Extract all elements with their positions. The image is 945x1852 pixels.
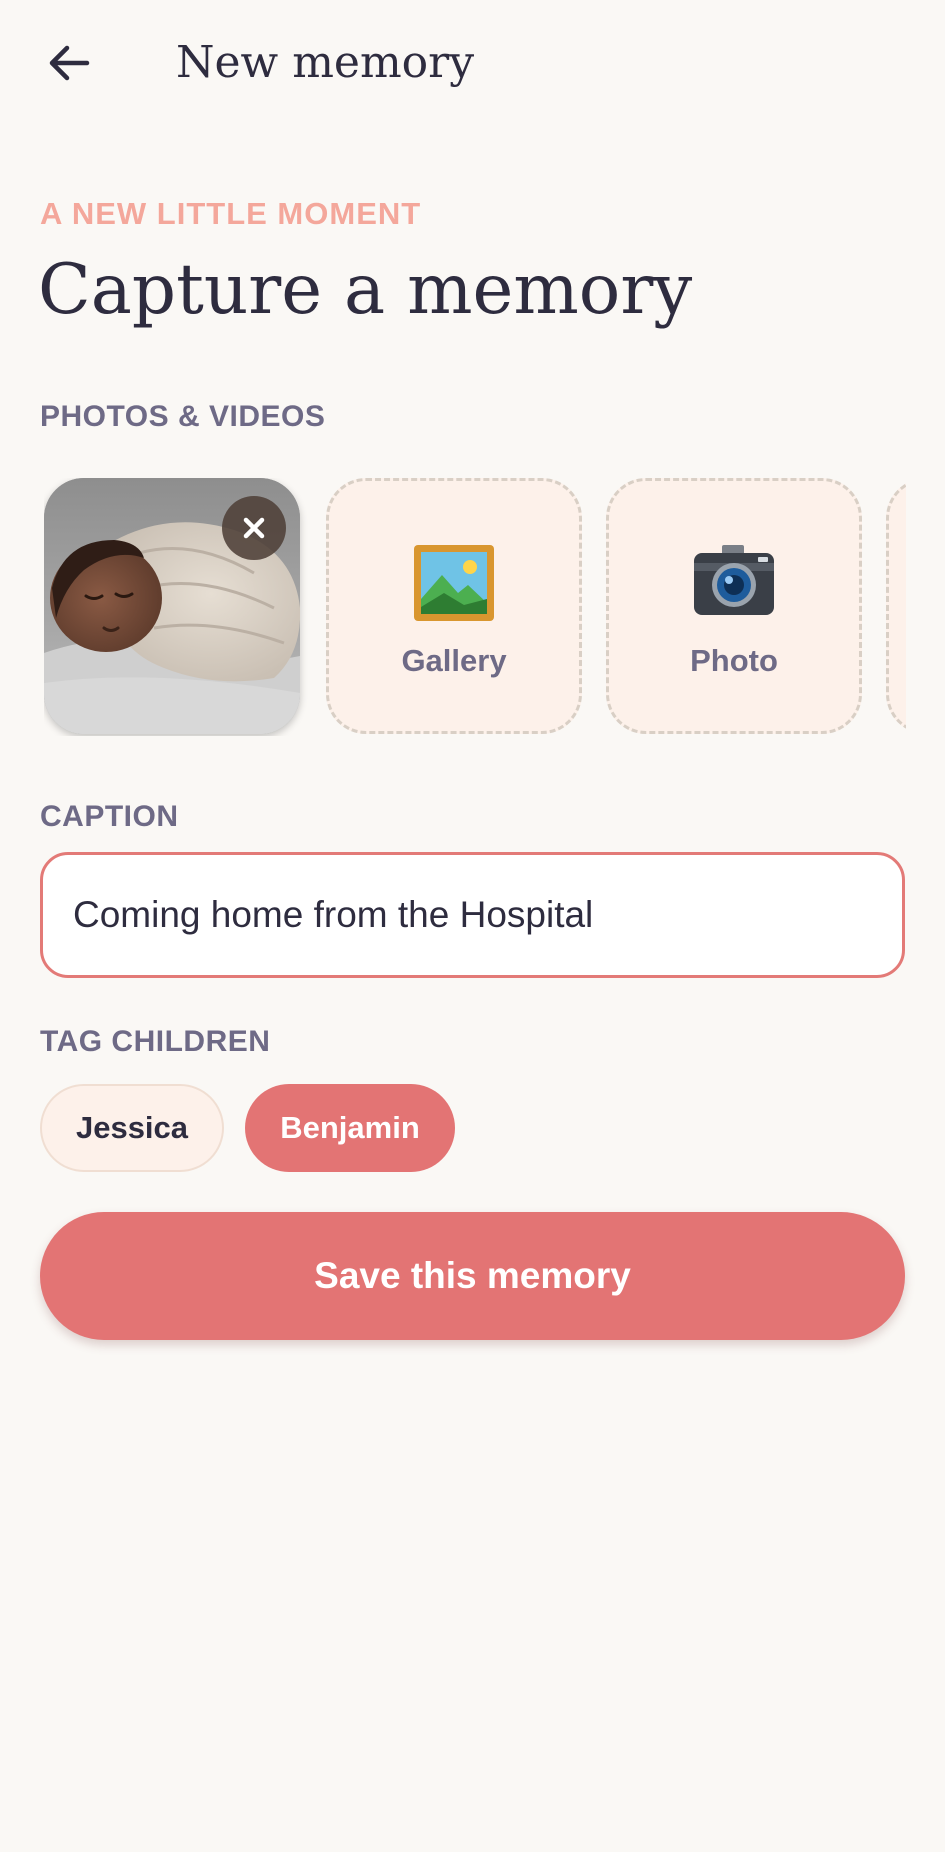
caption-label: CAPTION: [40, 800, 179, 833]
tag-children-label: TAG CHILDREN: [40, 1025, 271, 1058]
remove-photo-button[interactable]: [222, 496, 286, 560]
attached-photo-thumbnail[interactable]: [44, 478, 300, 734]
page-headline: Capture a memory: [38, 250, 693, 330]
gallery-label: Gallery: [401, 643, 507, 678]
top-app-bar: New memory: [0, 0, 945, 128]
caption-input[interactable]: [73, 855, 873, 975]
back-button[interactable]: [36, 30, 102, 96]
eyebrow-text: A NEW LITTLE MOMENT: [40, 196, 422, 231]
save-memory-button[interactable]: Save this memory: [40, 1212, 905, 1340]
framed-picture-icon: [414, 545, 494, 621]
take-photo-button[interactable]: Photo: [606, 478, 862, 734]
arrow-left-icon: [49, 45, 90, 81]
camera-icon: [694, 545, 774, 615]
photos-videos-label: PHOTOS & VIDEOS: [40, 400, 326, 433]
media-carousel[interactable]: Gallery Photo: [44, 478, 906, 736]
add-from-gallery-button[interactable]: Gallery: [326, 478, 582, 734]
screen-title: New memory: [176, 37, 475, 88]
close-icon: [243, 517, 265, 539]
caption-field[interactable]: [40, 852, 905, 978]
photo-label: Photo: [690, 643, 778, 678]
more-media-option[interactable]: [886, 478, 906, 734]
child-chip-jessica[interactable]: Jessica: [40, 1084, 224, 1172]
child-chip-benjamin[interactable]: Benjamin: [245, 1084, 455, 1172]
